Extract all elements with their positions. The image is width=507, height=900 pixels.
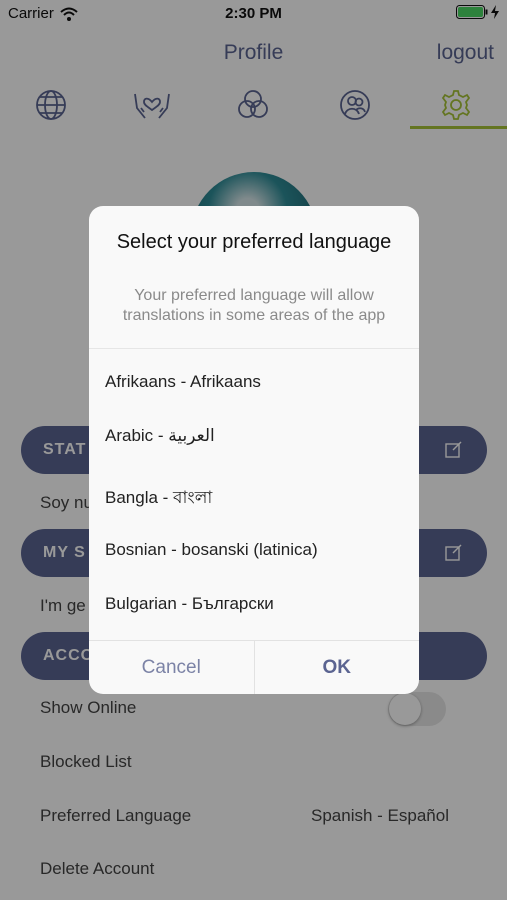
language-list[interactable]: Afrikaans - Afrikaans Arabic - العربية B… xyxy=(89,348,419,640)
language-picker-dialog: Select your preferred language Your pref… xyxy=(89,206,419,694)
dialog-button-bar: Cancel OK xyxy=(89,640,419,694)
dialog-message: Your preferred language will allow trans… xyxy=(122,287,386,324)
ok-button[interactable]: OK xyxy=(255,641,420,694)
language-option[interactable]: Afrikaans - Afrikaans xyxy=(105,372,261,392)
language-option[interactable]: Arabic - العربية xyxy=(105,426,215,446)
dialog-title: Select your preferred language xyxy=(116,231,392,253)
language-option[interactable]: Bangla - বাংলা xyxy=(105,485,212,513)
cancel-button[interactable]: Cancel xyxy=(89,641,255,694)
language-option[interactable]: Bulgarian - Български xyxy=(105,594,274,614)
language-option[interactable]: Bosnian - bosanski (latinica) xyxy=(105,540,318,560)
